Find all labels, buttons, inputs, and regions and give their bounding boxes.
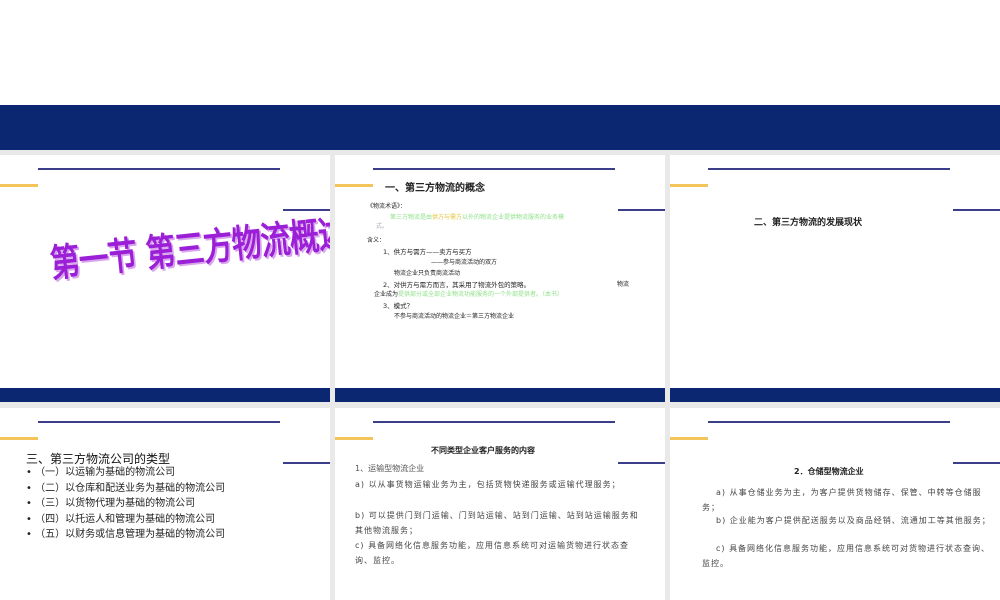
point-1: 1、供方与需方——卖方与买方 xyxy=(383,248,472,256)
highlight-text: 提供部分或全部企业物流功能服务的一个外部提供者。（本书） xyxy=(398,291,564,298)
slide-thumbnail-6[interactable]: 2．仓储型物流企业 a) 从事仓储业务为主，为客户提供货物储存、保管、中转等仓储… xyxy=(670,408,1000,600)
definition-end: 式。 xyxy=(376,223,389,230)
accent-line xyxy=(335,184,373,187)
meaning-label: 含义： xyxy=(367,237,386,244)
list-item-text: （三）以货物代理为基础的物流公司 xyxy=(35,498,196,509)
slide-footer-bar xyxy=(670,388,1000,402)
header-band xyxy=(0,105,1000,150)
slide-title: 不同类型企业客户服务的内容 xyxy=(431,446,535,455)
top-area xyxy=(0,0,1000,105)
divider xyxy=(953,209,1000,211)
slide-title: 2．仓储型物流企业 xyxy=(794,467,864,476)
point-2-tail: 物流 xyxy=(617,281,630,288)
para-c: c) 具备网络化信息服务功能，应用信息系统可对运输货物进行状态查询、监控。 xyxy=(355,541,630,565)
definition-highlight: 供方与需方 xyxy=(432,214,463,221)
divider xyxy=(38,168,280,170)
divider xyxy=(38,421,280,423)
para-b: b) 企业能为客户提供配送服务以及商品经销、流通加工等其他服务； xyxy=(716,516,991,525)
slide-title: 一、第三方物流的概念 xyxy=(385,183,485,194)
divider xyxy=(953,462,1000,464)
point-3: 3、模式？ xyxy=(383,302,414,310)
slide-thumbnail-4[interactable]: 三、第三方物流公司的类型 • （一）以运输为基础的物流公司 • （二）以仓库和配… xyxy=(0,408,330,600)
point-1-sub: ——参与商流活动的双方 xyxy=(431,259,498,266)
definition-part: 以外的物流企业提供物流服务的业务模 xyxy=(462,214,565,221)
term-label: 《物流术语》： xyxy=(367,203,407,210)
list-item: • （四）以托运人和管理为基础的物流公司 xyxy=(26,513,216,525)
accent-line xyxy=(0,184,38,187)
divider xyxy=(708,421,950,423)
point-2-cont: 企业成为提供部分或全部企业物流功能服务的一个外部提供者。（本书） xyxy=(374,289,563,298)
list-item: • （二）以仓库和配送业务为基础的物流公司 xyxy=(26,482,226,494)
list-item-text: （一）以运输为基础的物流公司 xyxy=(35,467,176,478)
list-item: • （三）以货物代理为基础的物流公司 xyxy=(26,498,196,509)
text: 企业成为 xyxy=(374,291,399,298)
type-list: • （一）以运输为基础的物流公司 • （二）以仓库和配送业务为基础的物流公司 •… xyxy=(26,465,225,543)
divider xyxy=(373,168,615,170)
slide-footer-bar xyxy=(0,388,330,402)
para-c: c) 具备网络化信息服务功能，应用信息系统可对货物进行状态查询、监控。 xyxy=(702,544,991,568)
accent-line xyxy=(670,437,708,440)
accent-line xyxy=(670,184,708,187)
para-b: b) 可以提供门到门运输、门到站运输、站到门运输、站到站运输服务和其他物流服务； xyxy=(355,511,639,535)
section-heading: 1、运输型物流企业 xyxy=(355,464,425,473)
point-2: 2、对供方与需方而言，其采用了物流外包的策略。 xyxy=(383,281,531,289)
slide-thumbnail-5[interactable]: 不同类型企业客户服务的内容 1、运输型物流企业 a) 以从事货物运输业务为主，包… xyxy=(335,408,665,600)
divider xyxy=(708,168,950,170)
list-item: • （五）以财务或信息管理为基础的物流公司 xyxy=(26,529,226,540)
divider xyxy=(283,462,330,464)
para-a: a) 以从事货物运输业务为主，包括货物快递服务或运输代理服务； xyxy=(355,480,621,489)
list-item-text: （二）以仓库和配送业务为基础的物流公司 xyxy=(35,482,226,494)
point-1-note: 物流企业只负责商流活动 xyxy=(394,270,461,277)
definition-part: 第三方物流是由 xyxy=(390,214,433,221)
slide-thumbnail-2[interactable]: 一、第三方物流的概念 《物流术语》： 第三方物流是由供方与需方以外的物流企业提供… xyxy=(335,155,665,402)
slide-thumbnail-1[interactable]: 第一节 第三方物流概述 xyxy=(0,155,330,402)
list-item-text: （四）以托运人和管理为基础的物流公司 xyxy=(35,513,216,525)
point-3-note: 不参与商流活动的物流企业＝第三方物流企业 xyxy=(394,313,515,320)
slide-thumbnail-3[interactable]: 二、第三方物流的发展现状 xyxy=(670,155,1000,402)
slide-footer-bar xyxy=(335,388,665,402)
list-item: • （一）以运输为基础的物流公司 xyxy=(26,467,176,478)
divider xyxy=(618,462,665,464)
accent-line xyxy=(335,437,373,440)
list-item-text: （五）以财务或信息管理为基础的物流公司 xyxy=(35,529,226,540)
accent-line xyxy=(0,437,38,440)
slide-title: 二、第三方物流的发展现状 xyxy=(754,218,863,228)
slide-title: 第一节 第三方物流概述 xyxy=(48,210,330,286)
divider xyxy=(618,209,665,211)
divider xyxy=(373,421,615,423)
para-a: a) 从事仓储业务为主，为客户提供货物储存、保管、中转等仓储服务； xyxy=(702,488,982,512)
definition: 第三方物流是由供方与需方以外的物流企业提供物流服务的业务模 xyxy=(390,212,564,221)
